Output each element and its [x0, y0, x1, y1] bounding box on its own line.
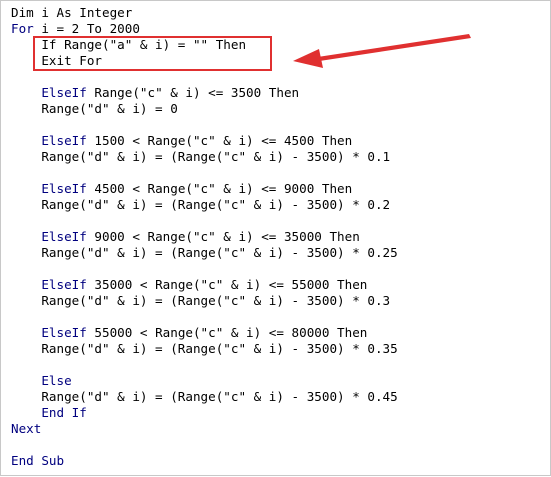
code-keyword: Else — [11, 373, 72, 388]
code-line[interactable] — [11, 357, 398, 373]
code-line[interactable]: Next — [11, 421, 398, 437]
code-line[interactable]: Dim i As Integer — [11, 5, 398, 21]
code-line[interactable]: Range("d" & i) = (Range("c" & i) - 3500)… — [11, 245, 398, 261]
code-keyword: ElseIf — [11, 133, 87, 148]
code-text: 1500 < Range("c" & i) <= 4500 Then — [86, 133, 353, 148]
code-text: i = 2 To 2000 — [33, 21, 140, 36]
code-text: Range("d" & i) = (Range("c" & i) - 3500)… — [11, 389, 398, 404]
code-line[interactable]: ElseIf 9000 < Range("c" & i) <= 35000 Th… — [11, 229, 398, 245]
code-line[interactable] — [11, 165, 398, 181]
code-line[interactable]: ElseIf Range("c" & i) <= 3500 Then — [11, 85, 398, 101]
code-text: 55000 < Range("c" & i) <= 80000 Then — [86, 325, 368, 340]
code-keyword: Next — [11, 421, 42, 436]
code-line[interactable] — [11, 213, 398, 229]
code-line[interactable]: For i = 2 To 2000 — [11, 21, 398, 37]
code-line[interactable]: ElseIf 55000 < Range("c" & i) <= 80000 T… — [11, 325, 398, 341]
code-text: Range("d" & i) = (Range("c" & i) - 3500)… — [11, 341, 398, 356]
code-keyword: For — [11, 21, 34, 36]
code-line[interactable]: End Sub — [11, 453, 398, 469]
code-area[interactable]: Dim i As Integer For i = 2 To 2000 If Ran… — [11, 5, 398, 469]
code-keyword: ElseIf — [11, 85, 87, 100]
code-line[interactable]: ElseIf 4500 < Range("c" & i) <= 9000 The… — [11, 181, 398, 197]
code-keyword: ElseIf — [11, 181, 87, 196]
code-text: Dim i As Integer — [11, 5, 133, 20]
code-text: Range("d" & i) = (Range("c" & i) - 3500)… — [11, 197, 391, 212]
code-line[interactable]: ElseIf 1500 < Range("c" & i) <= 4500 The… — [11, 133, 398, 149]
code-line[interactable] — [11, 309, 398, 325]
code-text: Range("d" & i) = 0 — [11, 101, 178, 116]
highlight-box — [33, 36, 272, 71]
code-text: Range("d" & i) = (Range("c" & i) - 3500)… — [11, 293, 391, 308]
code-text: Range("c" & i) <= 3500 Then — [86, 85, 300, 100]
code-keyword: End If — [11, 405, 87, 420]
code-line[interactable]: Range("d" & i) = 0 — [11, 101, 398, 117]
code-line[interactable] — [11, 117, 398, 133]
code-line[interactable] — [11, 437, 398, 453]
code-line[interactable]: Else — [11, 373, 398, 389]
code-line[interactable]: ElseIf 35000 < Range("c" & i) <= 55000 T… — [11, 277, 398, 293]
code-text: 4500 < Range("c" & i) <= 9000 Then — [86, 181, 353, 196]
code-line[interactable]: Range("d" & i) = (Range("c" & i) - 3500)… — [11, 197, 398, 213]
code-text: 35000 < Range("c" & i) <= 55000 Then — [86, 277, 368, 292]
code-text: Range("d" & i) = (Range("c" & i) - 3500)… — [11, 149, 391, 164]
code-line[interactable] — [11, 261, 398, 277]
code-line[interactable]: Range("d" & i) = (Range("c" & i) - 3500)… — [11, 389, 398, 405]
code-keyword: End Sub — [11, 453, 65, 468]
code-keyword: ElseIf — [11, 277, 87, 292]
code-editor[interactable]: Dim i As Integer For i = 2 To 2000 If Ran… — [0, 0, 551, 476]
code-line[interactable] — [11, 69, 398, 85]
code-line[interactable]: Range("d" & i) = (Range("c" & i) - 3500)… — [11, 293, 398, 309]
code-text: 9000 < Range("c" & i) <= 35000 Then — [86, 229, 360, 244]
code-line[interactable]: End If — [11, 405, 398, 421]
code-keyword: ElseIf — [11, 325, 87, 340]
code-keyword: ElseIf — [11, 229, 87, 244]
code-text: Range("d" & i) = (Range("c" & i) - 3500)… — [11, 245, 398, 260]
code-line[interactable]: Range("d" & i) = (Range("c" & i) - 3500)… — [11, 341, 398, 357]
code-line[interactable]: Range("d" & i) = (Range("c" & i) - 3500)… — [11, 149, 398, 165]
